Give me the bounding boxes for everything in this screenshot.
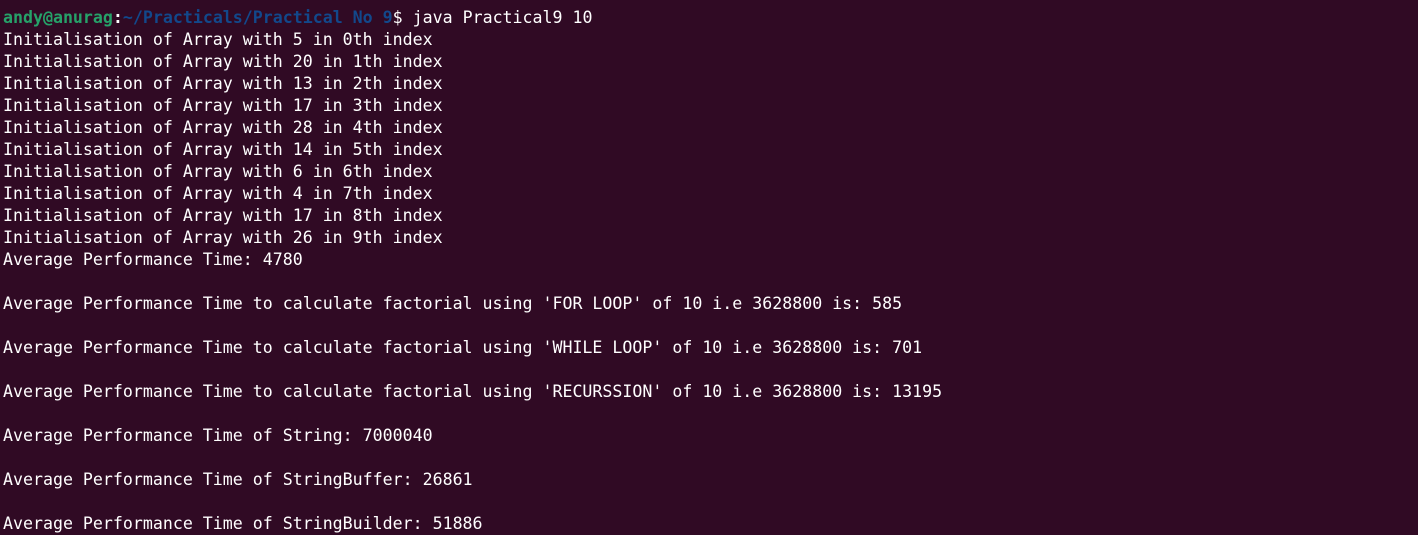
output-blank-line — [3, 359, 1418, 381]
output-line: Initialisation of Array with 28 in 4th i… — [3, 118, 443, 137]
output-line: Average Performance Time to calculate fa… — [3, 382, 943, 401]
prompt-line: andy@anurag:~/Practicals/Practical No 9$… — [3, 7, 1418, 29]
output-line: Average Performance Time to calculate fa… — [3, 294, 903, 313]
output-blank-line — [3, 491, 1418, 513]
prompt-path: ~/Practicals/Practical No 9 — [122, 8, 393, 27]
output-line: Initialisation of Array with 14 in 5th i… — [3, 140, 443, 159]
output-blank-line — [3, 315, 1418, 337]
output-line: Initialisation of Array with 13 in 2th i… — [3, 74, 443, 93]
output-line: Initialisation of Array with 4 in 7th in… — [3, 184, 433, 203]
output-line: Average Performance Time of StringBuilde… — [3, 514, 483, 533]
output-line: Initialisation of Array with 20 in 1th i… — [3, 52, 443, 71]
output-line: Initialisation of Array with 6 in 6th in… — [3, 162, 433, 181]
prompt-separator: : — [112, 8, 123, 27]
output-blank-line — [3, 403, 1418, 425]
output-line: Initialisation of Array with 17 in 8th i… — [3, 206, 443, 225]
output-blank-line — [3, 271, 1418, 293]
output-line: Initialisation of Array with 5 in 0th in… — [3, 30, 433, 49]
terminal-window[interactable]: andy@anurag:~/Practicals/Practical No 9$… — [0, 0, 1418, 533]
prompt-symbol: $ — [392, 8, 413, 27]
output-line: Average Performance Time to calculate fa… — [3, 338, 923, 357]
output-line: Average Performance Time: 4780 — [3, 250, 303, 269]
prompt-command: java Practical9 10 — [412, 8, 593, 27]
output-line: Average Performance Time of String: 7000… — [3, 426, 433, 445]
output-blank-line — [3, 447, 1418, 469]
output-line: Initialisation of Array with 26 in 9th i… — [3, 228, 443, 247]
prompt-user-host: andy@anurag — [3, 8, 113, 27]
output-line: Average Performance Time of StringBuffer… — [3, 470, 473, 489]
output-line: Initialisation of Array with 17 in 3th i… — [3, 96, 443, 115]
